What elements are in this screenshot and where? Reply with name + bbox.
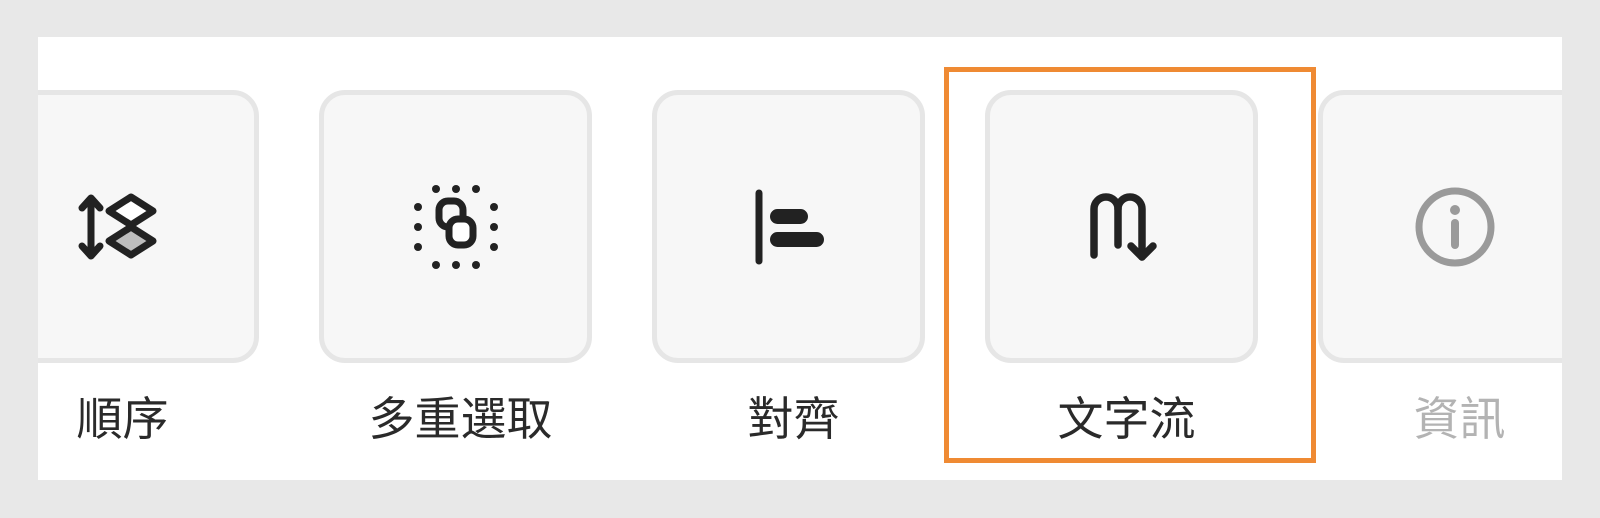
layer-order-icon bbox=[78, 193, 156, 259]
info-label: 資訊 bbox=[1413, 392, 1506, 446]
multi-select-label: 多重選取 bbox=[368, 392, 553, 446]
multi-select-button[interactable] bbox=[319, 90, 592, 363]
align-button[interactable] bbox=[652, 90, 925, 363]
tool-order[interactable]: 順序 bbox=[38, 37, 264, 480]
tool-info[interactable]: 資訊 bbox=[1318, 37, 1562, 480]
info-button[interactable] bbox=[1318, 90, 1562, 363]
info-icon bbox=[1415, 187, 1494, 266]
text-flow-label: 文字流 bbox=[1057, 392, 1196, 446]
tool-multi-select[interactable]: 多重選取 bbox=[319, 37, 602, 480]
tool-text-flow[interactable]: 文字流 bbox=[985, 37, 1268, 480]
tool-strip: 順序 多重選取 對齊 文字流 資訊 bbox=[38, 37, 1562, 480]
multi-select-icon bbox=[413, 184, 498, 269]
order-button[interactable] bbox=[38, 90, 259, 363]
text-flow-icon bbox=[1089, 192, 1157, 261]
order-label: 順序 bbox=[76, 392, 169, 446]
tool-align[interactable]: 對齊 bbox=[652, 37, 935, 480]
align-label: 對齊 bbox=[747, 392, 840, 446]
text-flow-button[interactable] bbox=[985, 90, 1258, 363]
align-left-icon bbox=[755, 189, 824, 264]
